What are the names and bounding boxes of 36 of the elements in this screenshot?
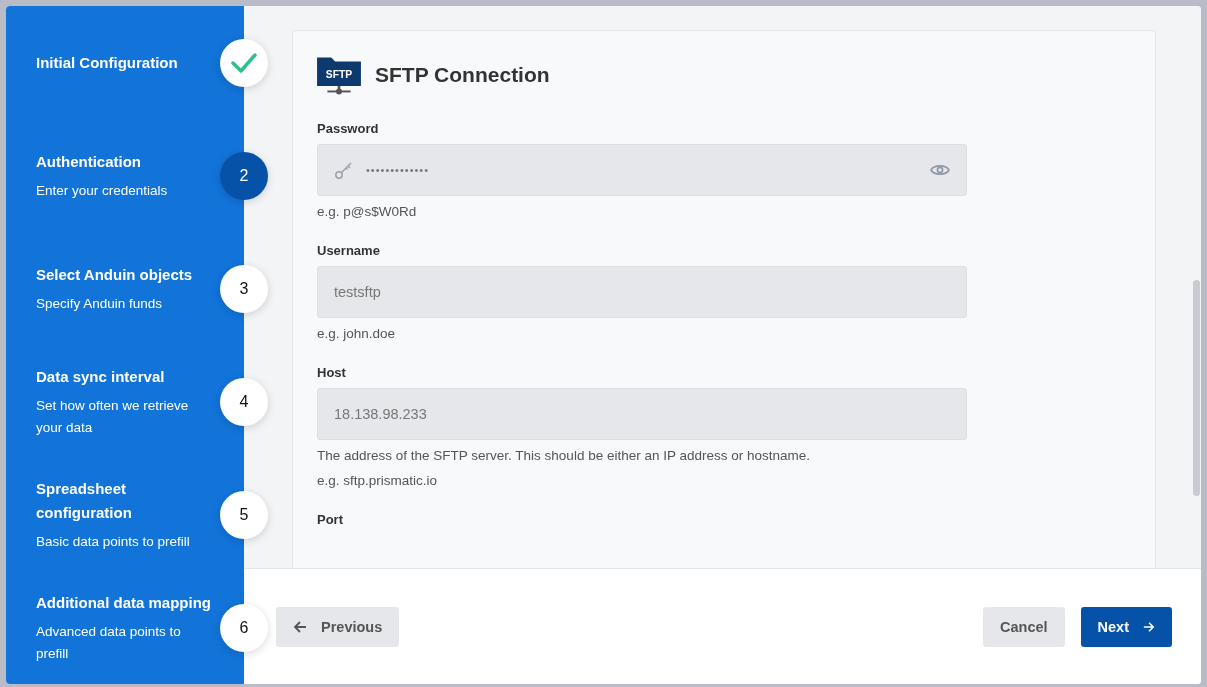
step-title[interactable]: Spreadsheet configuration <box>36 476 220 525</box>
step-description: Advanced data points to prefill <box>36 622 182 663</box>
step-title[interactable]: Select Anduin objects <box>36 262 220 287</box>
previous-button[interactable]: Previous <box>276 606 400 647</box>
next-button[interactable]: Next <box>1080 606 1172 647</box>
arrow-left-icon <box>293 619 307 634</box>
step-description: Basic data points to prefill <box>36 532 191 551</box>
key-icon <box>334 160 354 180</box>
field-label: Password <box>317 121 380 136</box>
text-field[interactable]: testsftp <box>317 266 967 318</box>
arrow-right-icon <box>1143 620 1155 633</box>
step-description: Specify Anduin funds <box>36 294 164 313</box>
field-example-text: e.g. sftp.prismatic.io <box>317 472 439 490</box>
field-help-text: The address of the SFTP server. This should be either an IP address or hostname. <box>317 447 812 465</box>
step-title[interactable]: Data sync interval <box>36 364 220 389</box>
text-field[interactable]: 18.138.98.233 <box>317 388 967 440</box>
step-description: Enter your credentials <box>36 181 169 200</box>
field-label: Host <box>317 365 347 380</box>
step-number: 4 <box>220 377 268 426</box>
field-label: Port <box>317 512 344 527</box>
field-label: Username <box>317 243 381 258</box>
step-number: 5 <box>220 490 268 539</box>
field-example-text: e.g. p@s$W0Rd <box>317 203 418 221</box>
section-title: SFTP Connection <box>375 63 550 87</box>
password-field[interactable]: ••••••••••••• <box>317 144 967 196</box>
cancel-button[interactable]: Cancel <box>983 606 1065 647</box>
field-example-text: e.g. john.doe <box>317 325 397 343</box>
show-password-icon[interactable] <box>930 163 950 177</box>
step-number: 6 <box>220 603 268 652</box>
step-number: 3 <box>220 264 268 313</box>
scrollbar-thumb[interactable] <box>1193 280 1200 496</box>
step-number: 2 <box>220 151 268 200</box>
step-title[interactable]: Initial Configuration <box>36 50 220 75</box>
step-title[interactable]: Authentication <box>36 149 220 174</box>
step-description: Set how often we retrieve your data <box>36 396 190 437</box>
step-title[interactable]: Additional data mapping <box>36 590 220 615</box>
